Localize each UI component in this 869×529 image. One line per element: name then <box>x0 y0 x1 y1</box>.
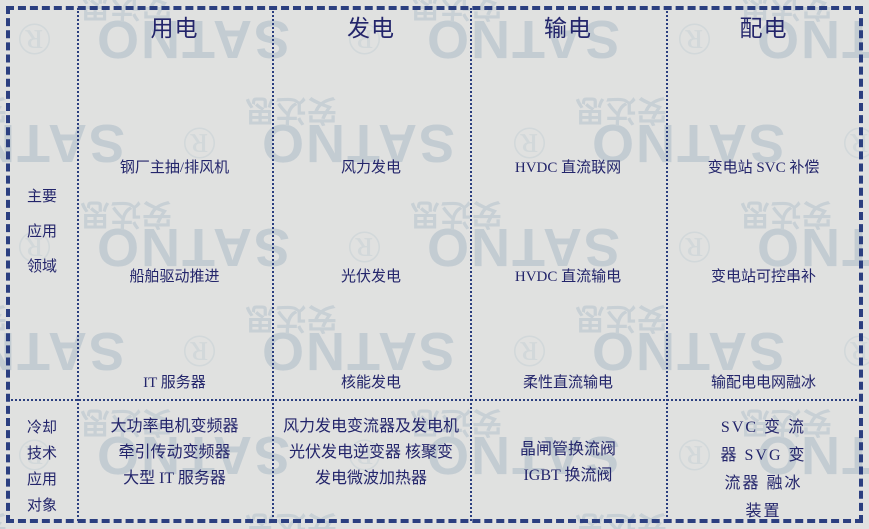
row-label-line: 冷却 <box>26 420 57 436</box>
row-label-line: 领域 <box>26 259 57 275</box>
cell-distribution-1: 变电站 SVC 补偿 <box>707 160 820 176</box>
cell-generation-2: 光伏发电 <box>340 269 401 285</box>
column-header-power-consumption: 用电 <box>150 16 199 41</box>
cooling-line: 晶闸管换流阀 <box>519 441 616 458</box>
cooling-line: 光伏发电逆变器 核聚变 <box>288 444 453 461</box>
cell-generation-1: 风力发电 <box>340 160 401 176</box>
cooling-line: 流器 融冰 <box>724 475 803 492</box>
cell-transmission-1: HVDC 直流联网 <box>514 160 622 176</box>
row-label-line: 技术 <box>26 446 57 462</box>
row-label-line: 应用 <box>26 472 57 488</box>
cell-consumption-3: IT 服务器 <box>143 375 206 391</box>
cooling-line: 风力发电变流器及发电机 <box>282 418 459 435</box>
cell-transmission-3: 柔性直流输电 <box>522 375 613 391</box>
row-label-cooling-technology-targets: 冷却 技术 应用 对象 <box>8 415 76 519</box>
cooling-line: 大型 IT 服务器 <box>123 470 226 487</box>
cooling-line: IGBT 换流阀 <box>523 467 613 484</box>
cooling-cell-distribution: SVC 变 流 器 SVG 变 流器 融冰 装置 <box>666 414 861 526</box>
cell-consumption-2: 船舶驱动推进 <box>129 269 220 285</box>
cell-consumption-1: 钢厂主抽/排风机 <box>119 160 230 176</box>
cooling-line: 发电微波加热器 <box>314 470 427 487</box>
cell-distribution-3: 输配电电网融冰 <box>710 375 816 391</box>
cell-distribution-2: 变电站可控串补 <box>710 269 816 285</box>
cooling-line: SVC 变 流 <box>720 419 807 436</box>
column-header-power-transmission: 输电 <box>544 16 592 41</box>
cooling-line: 大功率电机变频器 <box>110 418 239 435</box>
row-label-line: 主要 <box>26 189 57 205</box>
cooling-line: 牵引传动变频器 <box>118 444 231 461</box>
cell-transmission-2: HVDC 直流输电 <box>514 269 622 285</box>
row-label-main-application-fields: 主要 应用 领域 <box>8 180 76 285</box>
cooling-line: 装置 <box>745 503 782 520</box>
application-table: SATNO安达思®SATNO安达思®SATNO安达思®SATNO安达思®SATN… <box>0 0 869 529</box>
cooling-cell-consumption: 大功率电机变频器 牵引传动变频器 大型 IT 服务器 <box>77 414 272 492</box>
cell-generation-3: 核能发电 <box>340 375 401 391</box>
column-header-power-generation: 发电 <box>347 16 395 41</box>
column-header-power-distribution: 配电 <box>739 16 788 41</box>
row-label-line: 应用 <box>26 224 57 240</box>
cooling-cell-generation: 风力发电变流器及发电机 光伏发电逆变器 核聚变 发电微波加热器 <box>272 414 470 492</box>
cooling-cell-transmission: 晶闸管换流阀 IGBT 换流阀 <box>470 437 666 489</box>
row-label-line: 对象 <box>26 498 57 514</box>
cooling-line: 器 SVG 变 <box>720 447 807 464</box>
